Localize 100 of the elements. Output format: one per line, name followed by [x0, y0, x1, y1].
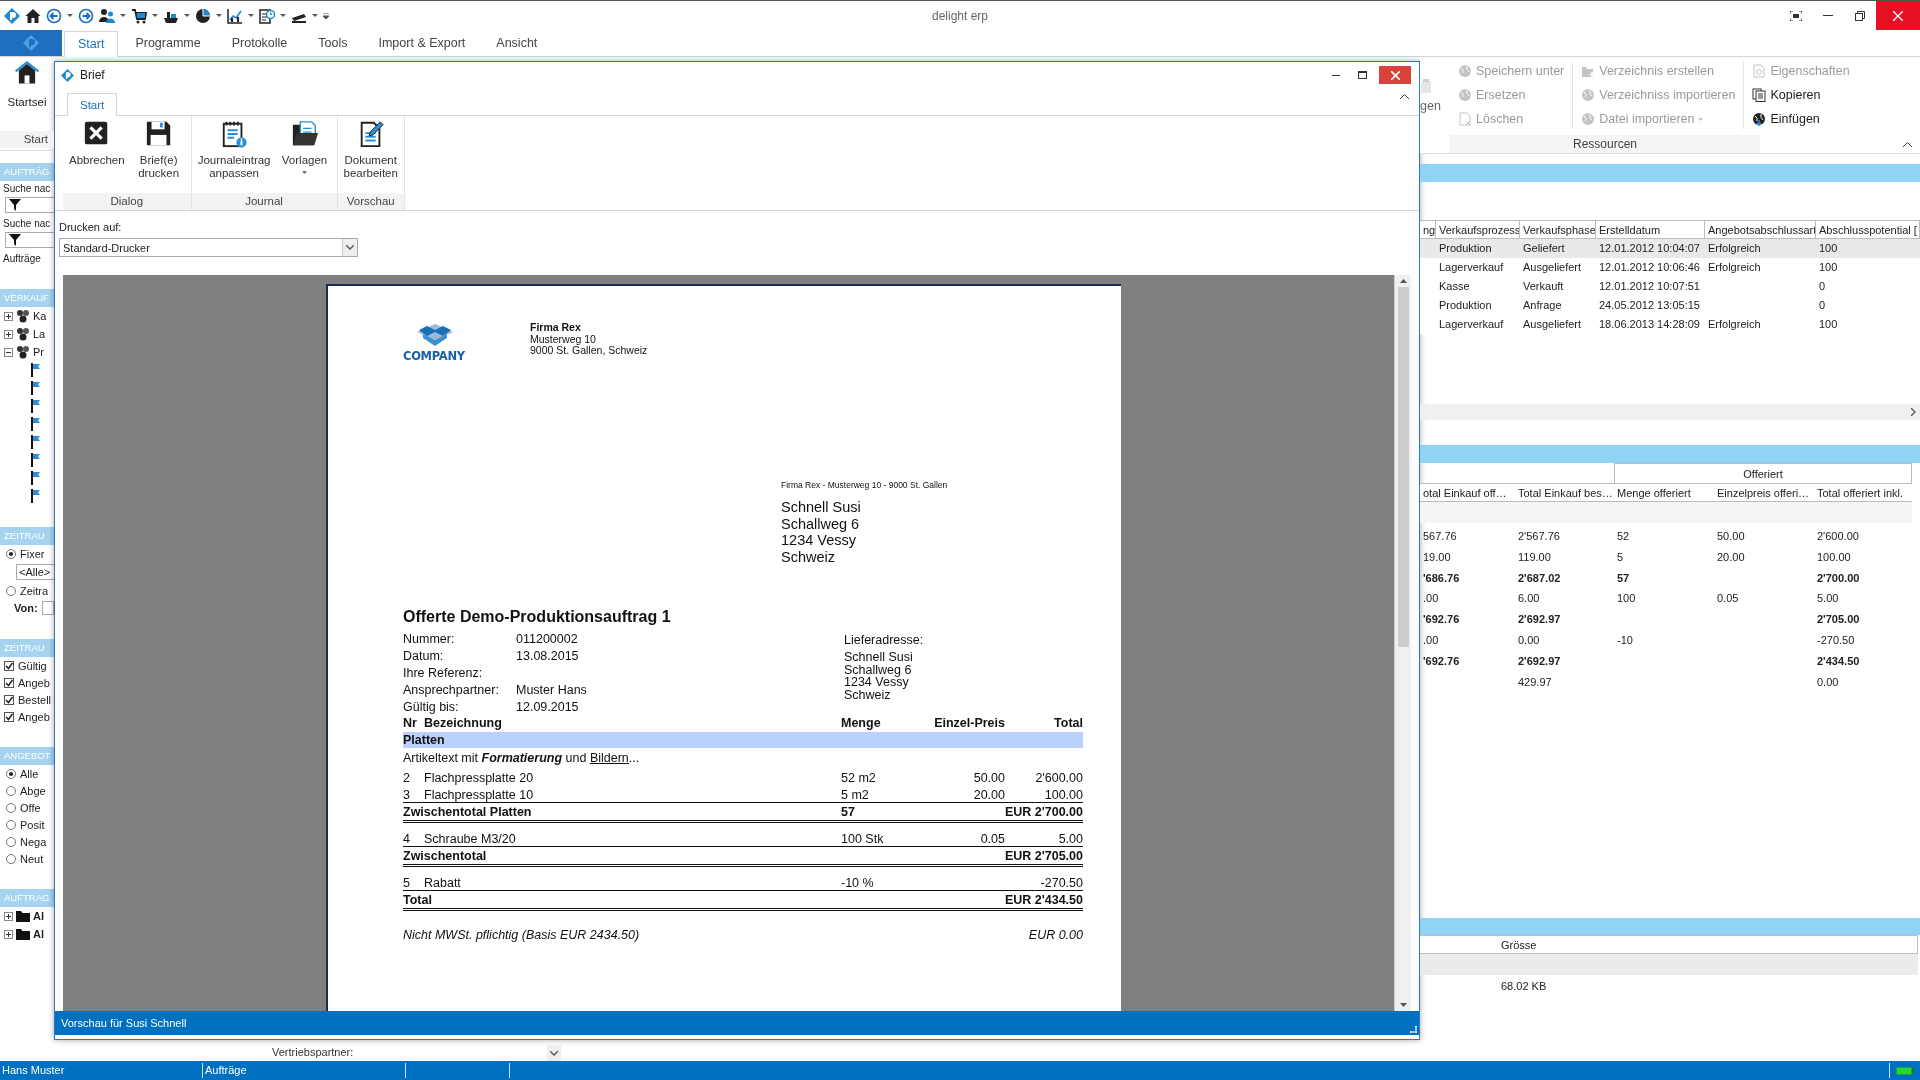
radio-button[interactable] — [6, 802, 16, 813]
ribbon-button[interactable]: Vorlagen — [274, 120, 335, 193]
customize-icon[interactable] — [323, 12, 329, 19]
tree-label[interactable]: Al — [33, 910, 44, 922]
ribbon-button[interactable]: gen — [1420, 57, 1450, 153]
cart-icon[interactable] — [131, 7, 147, 24]
caret-icon[interactable] — [120, 14, 126, 17]
caret-icon[interactable] — [152, 14, 158, 17]
radio-button[interactable] — [6, 836, 16, 847]
ribbon-button[interactable]: Journaleintrag anpassen — [193, 120, 275, 193]
expand-icon[interactable] — [4, 311, 13, 321]
table-cell[interactable]: Ausgeliefert — [1520, 315, 1596, 334]
tree-label[interactable]: Ka — [33, 310, 47, 322]
ribbon-button[interactable]: Dokument bearbeiten — [339, 120, 402, 193]
flag-icon[interactable] — [30, 417, 40, 431]
resize-grip-icon[interactable] — [1410, 1026, 1417, 1033]
scroll-right-icon[interactable] — [1911, 408, 1916, 416]
table-cell[interactable]: Lagerverkauf — [1436, 315, 1520, 334]
column-header[interactable]: Verkaufsphase — [1520, 220, 1596, 239]
ribbon-tab[interactable]: Start — [67, 93, 118, 116]
filter-field[interactable] — [5, 197, 54, 213]
caret-icon[interactable] — [312, 14, 318, 17]
radio-button[interactable] — [6, 853, 16, 864]
radio-button[interactable] — [6, 585, 16, 596]
ribbon-button[interactable]: Kopieren — [1752, 85, 1850, 105]
flag-icon[interactable] — [30, 399, 40, 413]
pie-chart-icon[interactable] — [195, 7, 211, 24]
caret-icon[interactable] — [184, 14, 190, 17]
date-field[interactable] — [41, 601, 54, 615]
ribbon-tab[interactable]: Protokolle — [217, 30, 302, 56]
column-header[interactable]: Abschlusspotential [ — [1816, 220, 1920, 239]
ribbon-button[interactable]: Einfügen — [1752, 109, 1850, 129]
tree-label[interactable]: La — [33, 328, 46, 340]
tree-label[interactable]: Pr — [33, 346, 44, 358]
table-cell[interactable]: 24.05.2012 13:05:15 — [1596, 296, 1705, 315]
caret-icon[interactable] — [248, 14, 254, 17]
home-button[interactable]: Startsei — [0, 57, 54, 131]
scroll-down-icon[interactable] — [1399, 1003, 1407, 1007]
table-cell[interactable]: Erfolgreich — [1705, 315, 1816, 334]
vertical-scrollbar[interactable] — [1394, 275, 1411, 1011]
radio-button[interactable] — [6, 819, 16, 830]
table-cell[interactable]: 100 — [1816, 239, 1920, 258]
flag-icon[interactable] — [30, 381, 40, 395]
column-header[interactable]: Einzelpreis offeri… — [1714, 483, 1814, 502]
collapse-icon[interactable] — [4, 347, 13, 357]
column-header[interactable]: Erstelldatum — [1596, 220, 1705, 239]
column-header[interactable]: otal Einkauf off… — [1420, 483, 1515, 502]
flag-icon[interactable] — [30, 471, 40, 485]
table-cell[interactable]: Anfrage — [1520, 296, 1596, 315]
ribbon-button[interactable]: Abbrechen — [65, 120, 129, 193]
ribbon-tab[interactable]: Tools — [304, 30, 362, 56]
tree-label[interactable]: Al — [33, 928, 44, 940]
ribbon-tab[interactable]: Ansicht — [482, 30, 552, 56]
column-header[interactable]: Menge offeriert — [1614, 483, 1714, 502]
back-icon[interactable] — [46, 7, 62, 24]
checkbox[interactable] — [4, 660, 14, 671]
table-cell[interactable]: Erfolgreich — [1705, 258, 1816, 277]
flag-icon[interactable] — [30, 435, 40, 449]
table-cell[interactable]: 12.01.2012 10:04:07 — [1596, 239, 1705, 258]
radio-button[interactable] — [6, 548, 16, 559]
table-cell[interactable]: 0 — [1816, 277, 1920, 296]
caret-icon[interactable] — [280, 14, 286, 17]
ribbon-tab[interactable]: Import & Export — [364, 30, 480, 56]
checkbox[interactable] — [4, 677, 14, 688]
ribbon-tab[interactable]: Start — [64, 31, 119, 57]
table-cell[interactable]: Ausgeliefert — [1520, 258, 1596, 277]
people-icon[interactable] — [99, 7, 115, 24]
flag-icon[interactable] — [30, 489, 40, 503]
table-row[interactable]: Produktion Geliefert 12.01.2012 10:04:07 Erfolgreich 100 — [1420, 239, 1920, 258]
table-cell[interactable]: 12.01.2012 10:06:46 — [1596, 258, 1705, 277]
scroll-up-icon[interactable] — [1399, 279, 1407, 283]
table-cell[interactable]: 100 — [1816, 315, 1920, 334]
link[interactable]: Bildern — [589, 751, 629, 765]
table-cell[interactable]: Kasse — [1436, 277, 1520, 296]
table-cell[interactable]: Lagerverkauf — [1436, 258, 1520, 277]
column-header[interactable]: ng — [1420, 220, 1436, 239]
column-header[interactable]: Grösse — [1498, 935, 1918, 955]
table-cell[interactable]: 12.01.2012 10:07:51 — [1596, 277, 1705, 296]
table-cell[interactable]: 100 — [1816, 258, 1920, 277]
expand-icon[interactable] — [4, 329, 13, 339]
printer-dropdown[interactable]: Standard-Drucker — [59, 238, 358, 257]
checkbox[interactable] — [4, 694, 14, 705]
table-cell[interactable]: 18.06.2013 14:28:09 — [1596, 315, 1705, 334]
table-cell[interactable]: Verkauft — [1520, 277, 1596, 296]
line-chart-icon[interactable] — [227, 7, 243, 24]
flag-icon[interactable] — [30, 363, 40, 377]
expand-icon[interactable] — [4, 911, 13, 921]
clipboard-clock-icon[interactable] — [259, 7, 275, 24]
forward-icon[interactable] — [78, 7, 94, 24]
column-header[interactable]: Verkaufsprozess — [1436, 220, 1520, 239]
flag-icon[interactable] — [30, 453, 40, 467]
caret-icon[interactable] — [216, 14, 222, 17]
table-cell[interactable]: Erfolgreich — [1705, 239, 1816, 258]
checkbox[interactable] — [4, 711, 14, 722]
scrollbar-thumb[interactable] — [1397, 287, 1409, 647]
radio-button[interactable] — [6, 785, 16, 796]
table-cell[interactable]: Produktion — [1436, 296, 1520, 315]
filter-field[interactable] — [5, 232, 54, 248]
expand-icon[interactable] — [4, 929, 13, 939]
horizontal-scrollbar[interactable] — [1420, 404, 1920, 420]
